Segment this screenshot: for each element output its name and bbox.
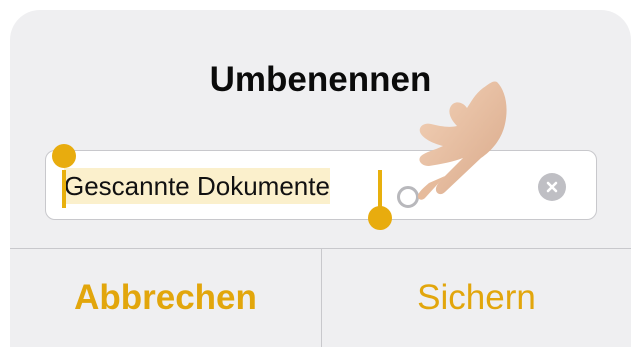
clear-icon[interactable] — [538, 173, 566, 201]
selection-end-handle[interactable] — [368, 206, 392, 230]
dialog-title: Umbenennen — [209, 60, 432, 99]
cancel-button[interactable]: Abbrechen — [10, 249, 321, 347]
clear-x-glyph — [546, 181, 558, 193]
selection-end-bar[interactable] — [378, 170, 382, 210]
selection-start-handle[interactable] — [52, 144, 76, 168]
pointing-hand-icon — [417, 81, 507, 200]
selection-start-bar[interactable] — [62, 170, 66, 208]
save-button[interactable]: Sichern — [322, 249, 631, 347]
rename-dialog: Umbenennen Gescannte Dokumente Abbrechen… — [10, 10, 631, 347]
selected-text[interactable]: Gescannte Dokumente — [64, 168, 330, 204]
